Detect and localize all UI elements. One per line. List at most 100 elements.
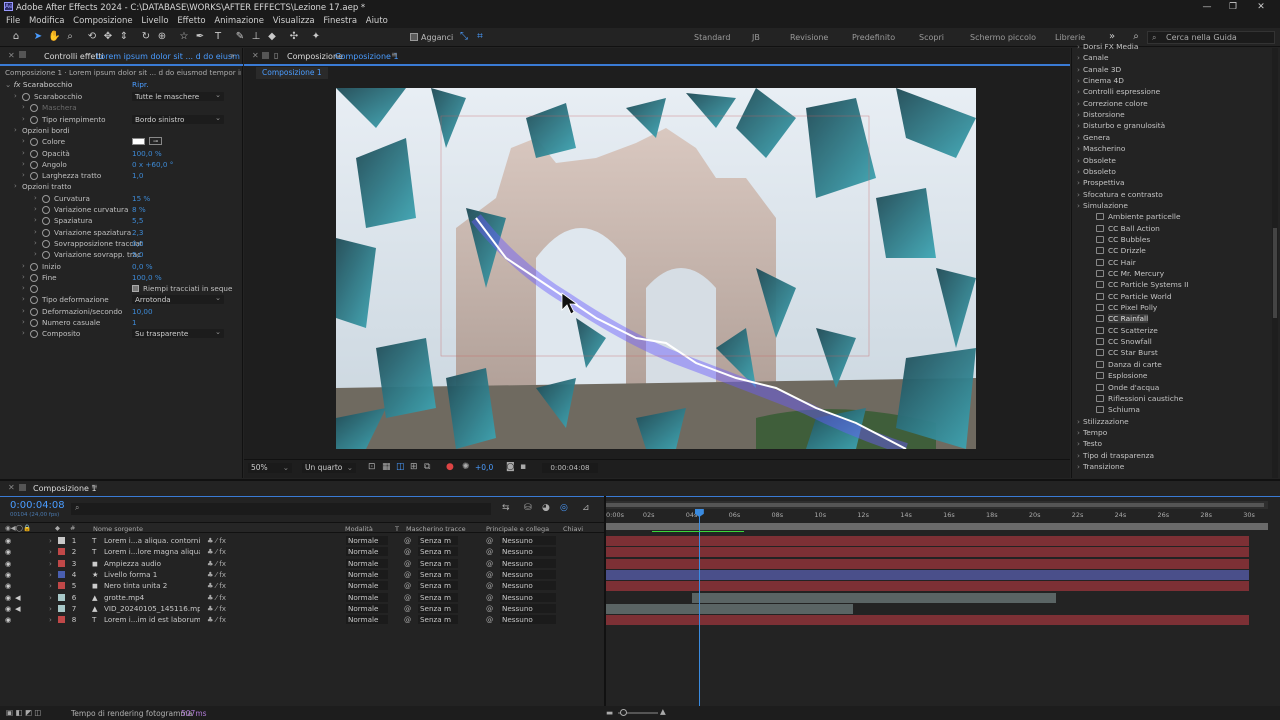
preset-category[interactable]: › Mascherino [1077, 144, 1125, 153]
preset-effect-item[interactable]: CC Particle World [1096, 292, 1172, 301]
reset-link[interactable]: Ripr. [132, 80, 149, 89]
expand-arrow-icon[interactable]: › [1077, 462, 1080, 471]
effect-row[interactable]: › Larghezza tratto 1,0 [0, 170, 243, 181]
effect-row-value[interactable]: 1,0 [132, 170, 143, 181]
preset-effect-item[interactable]: Riflessioni caustiche [1096, 394, 1183, 403]
timeline-timecode[interactable]: 0:00:04:08 [10, 500, 65, 511]
motion-blur-icon[interactable]: ◎ [560, 503, 568, 513]
parent-pickwhip-icon[interactable]: @ [486, 535, 493, 546]
parent-dropdown[interactable]: Nessuno [500, 581, 556, 591]
mask-visibility-icon[interactable]: ◫ [396, 462, 405, 472]
layer-name[interactable]: Lorem i...lore magna aliqua. [104, 546, 200, 557]
expand-arrow-icon[interactable]: › [14, 125, 17, 136]
visibility-eye-icon[interactable]: ◉ [5, 558, 11, 569]
effect-row-value[interactable]: 5,0 [132, 249, 143, 260]
eraser-tool-icon[interactable]: ◆ [266, 31, 278, 43]
effect-row-dropdown[interactable]: Bordo sinistro [132, 113, 224, 124]
effect-row[interactable]: › Variazione sovrapp. trac 5,0 [0, 249, 243, 260]
expand-arrow-icon[interactable]: › [34, 227, 37, 238]
viewer-timecode[interactable]: 0:00:04:08 [542, 463, 598, 473]
zoom-tool-icon[interactable]: ⌕ [64, 31, 76, 43]
expand-arrow-icon[interactable]: › [1077, 439, 1080, 448]
shy-icon[interactable]: ◕ [542, 503, 550, 513]
selection-tool-icon[interactable]: ➤ [32, 31, 44, 43]
layer-name[interactable]: Lorem i...im id est laborum. [104, 614, 200, 625]
status-icons[interactable]: ▣ ◧ ◩ ◫ [6, 708, 42, 717]
pen-tool-icon[interactable]: ✒ [194, 31, 206, 43]
stopwatch-icon[interactable] [42, 228, 50, 237]
expand-arrow-icon[interactable]: › [1077, 110, 1080, 119]
parent-dropdown[interactable]: Nessuno [500, 547, 556, 557]
workspace-revisione[interactable]: Revisione [790, 33, 828, 42]
blend-mode-dropdown[interactable]: Normale [346, 581, 388, 591]
close-icon[interactable]: ✕ [1254, 2, 1268, 13]
preset-effect-item[interactable]: CC Hair [1096, 258, 1136, 267]
menu-finestra[interactable]: Finestra [323, 16, 357, 26]
brush-tool-icon[interactable]: ✎ [234, 31, 246, 43]
expand-arrow-icon[interactable]: › [49, 546, 52, 557]
parent-pickwhip-icon[interactable]: @ [486, 603, 493, 614]
stopwatch-icon[interactable] [30, 262, 38, 271]
col-parent[interactable]: Principale e collega [486, 525, 549, 533]
parent-pickwhip-icon[interactable]: @ [486, 580, 493, 591]
effect-row-value[interactable]: 8 % [132, 204, 146, 215]
snap-checkbox[interactable] [410, 33, 418, 41]
exposure-value[interactable]: +0,0 [475, 463, 493, 472]
layer-switches-icon[interactable]: ♣ ⁄ fx [207, 603, 226, 614]
lock-icon[interactable]: ▯ [274, 51, 278, 60]
visibility-eye-icon[interactable]: ◉ [5, 569, 11, 580]
panel-overflow-icon[interactable]: » [230, 51, 235, 60]
layer-name[interactable]: Nero tinta unita 2 [104, 580, 200, 591]
transparency-grid-icon[interactable]: ▦ [382, 462, 391, 472]
col-mode[interactable]: Modalità [345, 525, 373, 533]
snap-grid-icon[interactable]: ⌗ [474, 31, 486, 43]
effect-row-value[interactable]: 5,5 [132, 215, 143, 226]
stopwatch-icon[interactable] [22, 93, 30, 101]
stopwatch-icon[interactable] [42, 206, 50, 214]
audio-icon[interactable]: ◀ [15, 603, 21, 614]
timeline-layer-row[interactable]: ◉ › 3 ◼ Ampiezza audio ♣ ⁄ fx Normale @ Senza m @… [0, 558, 604, 569]
timeline-layer-row[interactable]: ◉ › 1 T Lorem i...a aliqua. contorni ♣ ⁄ fx No… [0, 535, 604, 546]
visibility-eye-icon[interactable]: ◉ [5, 603, 11, 614]
composition-tab[interactable]: ✕ ▯ Composizione Composizione 1 ≡ [244, 50, 1070, 64]
expand-arrow-icon[interactable]: › [1077, 144, 1080, 153]
composition-viewer[interactable] [336, 88, 976, 449]
blend-mode-dropdown[interactable]: Normale [346, 615, 388, 625]
expand-arrow-icon[interactable]: › [1077, 76, 1080, 85]
effect-row-dropdown[interactable]: Tutte le maschere [132, 90, 224, 101]
effect-row-value[interactable]: 2,3 [132, 227, 143, 238]
layer-name[interactable]: Ampiezza audio [104, 558, 200, 569]
layer-duration-bar[interactable] [606, 570, 1250, 581]
effect-row[interactable]: › Tipo riempimento Bordo sinistro [0, 113, 243, 125]
timeline-search-input[interactable]: ⌕ [71, 503, 491, 515]
home-icon[interactable]: ⌂ [10, 31, 22, 43]
stopwatch-icon[interactable] [42, 194, 50, 203]
guides-icon[interactable]: ⊞ [410, 462, 418, 472]
stopwatch-icon[interactable] [30, 104, 38, 113]
preset-category[interactable]: › Transizione [1077, 462, 1124, 471]
comp-dropdown-icon[interactable]: ≡ [391, 50, 398, 59]
stopwatch-icon[interactable] [30, 285, 38, 294]
graph-editor-icon[interactable]: ⊿ [582, 503, 590, 513]
layer-duration-bar[interactable] [691, 592, 1057, 603]
label-color-swatch[interactable] [58, 571, 65, 579]
track-matte-dropdown[interactable]: Senza m [418, 536, 458, 545]
work-area-bar[interactable] [606, 523, 1268, 530]
workspace-jb[interactable]: JB [752, 33, 760, 42]
col-t[interactable]: T [395, 525, 399, 533]
expand-arrow-icon[interactable]: › [34, 238, 37, 249]
fill-paths-checkbox[interactable] [132, 285, 139, 293]
expand-arrow-icon[interactable]: › [34, 249, 37, 260]
puppet-pin-icon[interactable]: ✦ [310, 31, 322, 43]
effect-row[interactable]: › Opzioni bordi [0, 125, 243, 136]
stopwatch-icon[interactable] [30, 149, 38, 158]
blend-mode-dropdown[interactable]: Normale [346, 536, 388, 545]
expand-arrow-icon[interactable]: › [22, 294, 25, 305]
preset-category[interactable]: › Sfocatura e contrasto [1077, 190, 1163, 199]
layer-duration-bar[interactable] [606, 615, 1250, 626]
effect-row-value[interactable]: 100,0 % [132, 148, 162, 159]
col-keys[interactable]: Chiavi [563, 525, 583, 533]
effect-row[interactable]: › Curvatura 15 % [0, 193, 243, 204]
presets-scrollbar[interactable] [1272, 48, 1278, 478]
expand-arrow-icon[interactable]: › [49, 603, 52, 614]
